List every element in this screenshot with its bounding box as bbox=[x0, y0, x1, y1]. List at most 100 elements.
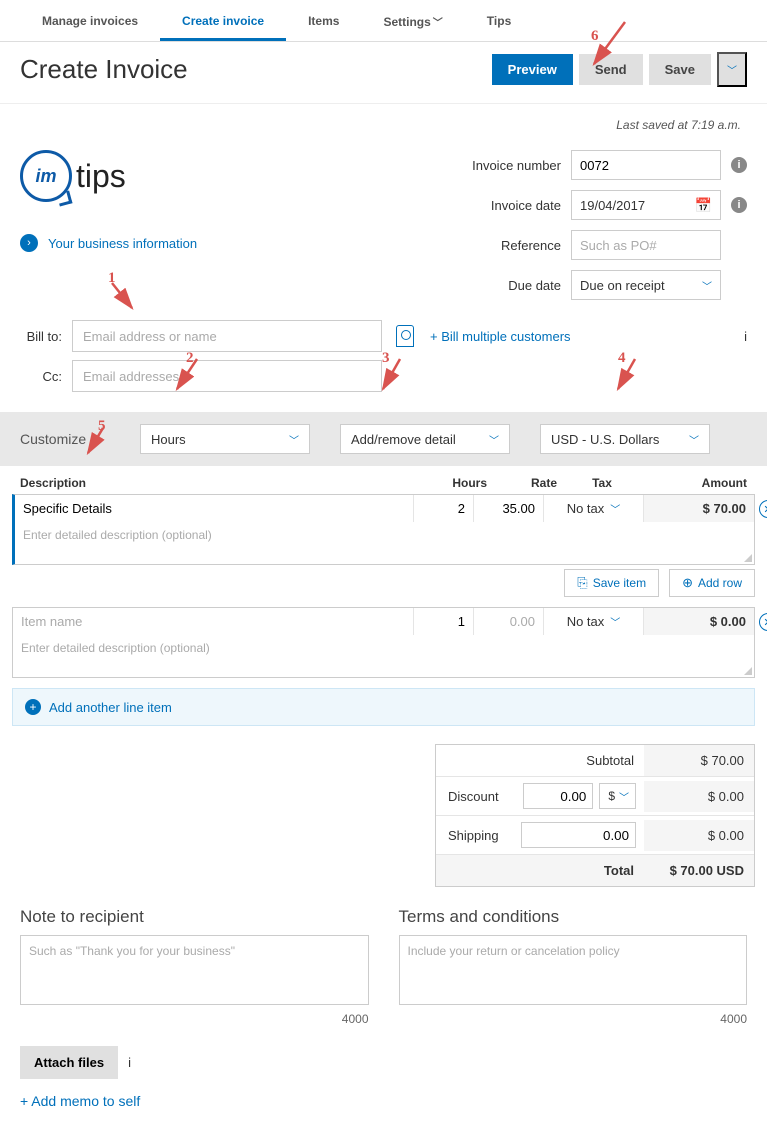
chevron-down-icon: ﹀ bbox=[610, 501, 620, 516]
invoice-date-label: Invoice date bbox=[407, 198, 561, 213]
discount-label: Discount bbox=[436, 781, 515, 812]
item-tax-select[interactable]: No tax﹀ bbox=[544, 608, 644, 635]
preview-button[interactable]: Preview bbox=[492, 54, 573, 85]
bill-multiple-link[interactable]: + Bill multiple customers bbox=[430, 329, 571, 344]
discount-unit-value: $ bbox=[608, 789, 615, 803]
item-rate-input[interactable] bbox=[482, 501, 535, 516]
discount-unit-select[interactable]: $﹀ bbox=[599, 783, 636, 809]
item-detail-input[interactable] bbox=[23, 528, 746, 542]
invoice-number-label: Invoice number bbox=[407, 158, 561, 173]
quantity-type-select[interactable]: Hours ﹀ bbox=[140, 424, 310, 454]
subtotal-value: $ 70.00 bbox=[644, 745, 754, 776]
item-hours-input[interactable] bbox=[422, 501, 465, 516]
attach-section: Attach files i bbox=[0, 1036, 767, 1089]
bill-to-input[interactable] bbox=[72, 320, 382, 352]
add-memo-link[interactable]: + Add memo to self bbox=[0, 1089, 767, 1129]
cc-input[interactable] bbox=[72, 360, 382, 392]
contact-icon[interactable] bbox=[396, 325, 414, 347]
item-detail-input[interactable] bbox=[21, 641, 746, 655]
line-item-row: No tax﹀ $ 0.00 ✕ bbox=[0, 607, 767, 678]
note-title: Note to recipient bbox=[20, 907, 369, 927]
tab-settings[interactable]: Settings﹀ bbox=[361, 0, 464, 41]
col-amount: Amount bbox=[647, 476, 747, 490]
terms-title: Terms and conditions bbox=[399, 907, 748, 927]
row-actions: ⎘Save item ⊕ Add row bbox=[0, 565, 767, 607]
add-row-button[interactable]: ⊕ Add row bbox=[669, 569, 755, 597]
detail-select-value: Add/remove detail bbox=[351, 432, 456, 447]
tab-manage-invoices[interactable]: Manage invoices bbox=[20, 0, 160, 41]
currency-select-value: USD - U.S. Dollars bbox=[551, 432, 659, 447]
delete-row-button[interactable]: ✕ bbox=[759, 500, 767, 518]
note-textarea[interactable] bbox=[20, 935, 369, 1005]
item-tax-select[interactable]: No tax ﹀ bbox=[544, 495, 644, 522]
item-amount: $ 70.00 bbox=[644, 495, 754, 522]
info-icon[interactable]: i bbox=[731, 197, 747, 213]
chevron-down-icon: ﹀ bbox=[489, 432, 499, 447]
add-line-item-button[interactable]: + Add another line item bbox=[12, 688, 755, 726]
reference-input[interactable] bbox=[571, 230, 721, 260]
save-item-button[interactable]: ⎘Save item bbox=[564, 569, 659, 597]
save-icon: ⎘ bbox=[577, 575, 587, 591]
info-icon[interactable]: i bbox=[744, 329, 747, 344]
total-value: $ 70.00 USD bbox=[644, 855, 754, 886]
item-tax-value: No tax bbox=[567, 501, 605, 516]
save-button[interactable]: Save bbox=[649, 54, 711, 85]
chevron-down-icon: ﹀ bbox=[433, 18, 443, 29]
subtotal-label: Subtotal bbox=[436, 745, 644, 776]
item-rate-input[interactable] bbox=[482, 614, 535, 629]
page-header: Create Invoice Preview Send Save ﹀ bbox=[0, 42, 767, 104]
add-row-label: Add row bbox=[698, 576, 742, 590]
detail-select[interactable]: Add/remove detail ﹀ bbox=[340, 424, 510, 454]
terms-char-count: 4000 bbox=[399, 1008, 748, 1026]
header-actions: Preview Send Save ﹀ bbox=[492, 52, 747, 87]
item-amount: $ 0.00 bbox=[644, 608, 754, 635]
business-info-label: Your business information bbox=[48, 236, 197, 251]
discount-amount: $ 0.00 bbox=[644, 781, 754, 812]
logo-badge: im bbox=[20, 150, 72, 202]
total-label: Total bbox=[436, 855, 644, 886]
tab-create-invoice[interactable]: Create invoice bbox=[160, 0, 286, 41]
chevron-down-icon: ﹀ bbox=[689, 432, 699, 447]
customize-label: Customize bbox=[20, 431, 110, 447]
tab-tips[interactable]: Tips bbox=[465, 0, 533, 41]
info-icon[interactable]: i bbox=[128, 1055, 131, 1070]
due-date-select[interactable]: Due on receipt﹀ bbox=[571, 270, 721, 300]
item-name-input[interactable] bbox=[21, 614, 405, 629]
reference-label: Reference bbox=[407, 238, 561, 253]
discount-input[interactable] bbox=[523, 783, 593, 809]
invoice-number-input[interactable] bbox=[571, 150, 721, 180]
plus-icon: ⊕ bbox=[682, 575, 693, 591]
save-dropdown-button[interactable]: ﹀ bbox=[717, 52, 747, 87]
bill-to-section: Bill to: + Bill multiple customers i Cc: bbox=[0, 320, 767, 412]
attach-files-button[interactable]: Attach files bbox=[20, 1046, 118, 1079]
send-button[interactable]: Send bbox=[579, 54, 643, 85]
bill-to-label: Bill to: bbox=[20, 329, 62, 344]
shipping-input[interactable] bbox=[521, 822, 636, 848]
currency-select[interactable]: USD - U.S. Dollars ﹀ bbox=[540, 424, 710, 454]
due-date-value: Due on receipt bbox=[580, 278, 665, 293]
calendar-icon: 📅 bbox=[695, 197, 712, 214]
chevron-down-icon: ﹀ bbox=[289, 432, 299, 447]
invoice-date-input[interactable]: 19/04/2017 📅 bbox=[571, 190, 721, 220]
terms-textarea[interactable] bbox=[399, 935, 748, 1005]
business-info-link[interactable]: › Your business information bbox=[20, 234, 197, 252]
due-date-label: Due date bbox=[407, 278, 561, 293]
tab-items[interactable]: Items bbox=[286, 0, 361, 41]
invoice-fields: Invoice number i Invoice date 19/04/2017… bbox=[407, 140, 747, 300]
invoice-date-value: 19/04/2017 bbox=[580, 198, 645, 213]
totals-section: Subtotal $ 70.00 Discount $﹀ $ 0.00 Ship… bbox=[12, 744, 755, 887]
shipping-amount: $ 0.00 bbox=[644, 820, 754, 851]
chevron-down-icon: ﹀ bbox=[610, 614, 620, 629]
note-char-count: 4000 bbox=[20, 1008, 369, 1026]
customize-bar: Customize Hours ﹀ Add/remove detail ﹀ USD … bbox=[0, 412, 767, 466]
business-block: im tips › Your business information bbox=[20, 140, 197, 300]
item-hours-input[interactable] bbox=[422, 614, 465, 629]
quantity-type-value: Hours bbox=[151, 432, 186, 447]
col-tax: Tax bbox=[557, 476, 647, 490]
delete-row-button[interactable]: ✕ bbox=[759, 613, 767, 631]
item-name-input[interactable] bbox=[23, 501, 405, 516]
tab-settings-label: Settings bbox=[383, 15, 430, 29]
info-icon[interactable]: i bbox=[731, 157, 747, 173]
line-item-header: Description Hours Rate Tax Amount bbox=[0, 466, 767, 494]
chevron-right-icon: › bbox=[20, 234, 38, 252]
